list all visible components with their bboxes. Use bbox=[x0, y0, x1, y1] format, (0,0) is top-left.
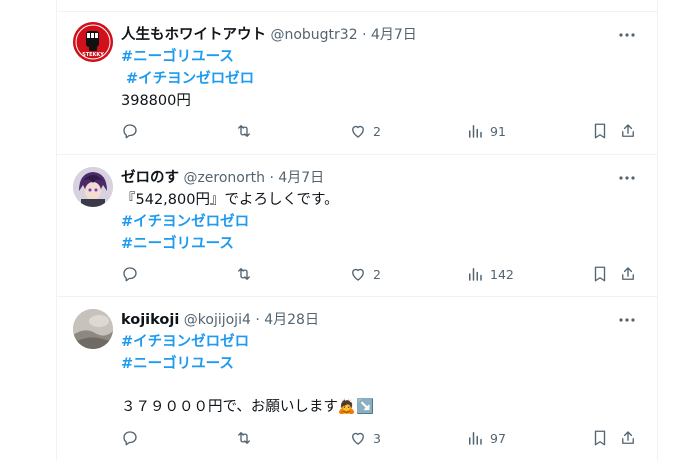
display-name[interactable]: kojikoji bbox=[121, 312, 179, 328]
reply-icon bbox=[123, 124, 137, 139]
display-name[interactable]: ゼロのす bbox=[121, 170, 179, 186]
avatar-logo-text: STEKKY bbox=[82, 52, 104, 58]
tweet-text: ３７９０００円で、お願いします🙇↘️ bbox=[121, 399, 375, 415]
tweet[interactable]: ゼロのす @zeronorth · 4月7日 『542,800円』でよろしくです… bbox=[57, 155, 657, 296]
retweet-button[interactable] bbox=[235, 428, 259, 448]
tweet-text: 398800円 bbox=[121, 93, 191, 109]
view-count: 91 bbox=[490, 123, 506, 139]
views-button[interactable]: 97 bbox=[466, 428, 506, 448]
analytics-icon bbox=[469, 125, 482, 138]
like-count: 3 bbox=[373, 430, 381, 446]
retweet-icon bbox=[238, 432, 250, 444]
avatar[interactable] bbox=[73, 167, 113, 207]
handle[interactable]: @nobugtr32 bbox=[270, 27, 357, 43]
separator-dot: · bbox=[255, 312, 260, 328]
view-count: 142 bbox=[490, 266, 514, 282]
share-icon bbox=[622, 124, 634, 137]
separator-dot: · bbox=[269, 170, 274, 186]
bookmark-button[interactable] bbox=[591, 428, 609, 448]
hashtag-link[interactable]: #ニーゴリユース bbox=[121, 47, 234, 67]
bookmark-icon bbox=[594, 123, 606, 139]
bookmark-icon bbox=[594, 266, 606, 282]
share-button[interactable] bbox=[619, 428, 637, 448]
action-bar: 3 97 bbox=[121, 428, 641, 448]
analytics-icon bbox=[469, 268, 482, 281]
share-icon bbox=[622, 431, 634, 444]
views-button[interactable]: 91 bbox=[466, 121, 506, 141]
reply-button[interactable] bbox=[121, 121, 145, 141]
hashtag-link[interactable]: #イチヨンゼロゼロ bbox=[121, 212, 249, 232]
reply-button[interactable] bbox=[121, 264, 145, 284]
share-button[interactable] bbox=[619, 264, 637, 284]
avatar[interactable] bbox=[73, 309, 113, 349]
tweet-text: 『542,800円』でよろしくです。 bbox=[121, 192, 339, 208]
like-button[interactable]: 2 bbox=[349, 264, 381, 284]
anime-character-icon bbox=[73, 167, 113, 207]
heart-icon bbox=[352, 125, 364, 138]
like-button[interactable]: 3 bbox=[349, 428, 381, 448]
action-bar: 2 142 bbox=[121, 264, 641, 284]
action-bar: 2 91 bbox=[121, 121, 641, 141]
separator-dot: · bbox=[362, 27, 367, 43]
tweet-header: kojikoji @kojijoji4 · 4月28日 bbox=[121, 310, 319, 330]
tweet-header: ゼロのす @zeronorth · 4月7日 bbox=[121, 168, 324, 188]
handle[interactable]: @kojijoji4 bbox=[184, 312, 251, 328]
bookmark-icon bbox=[594, 430, 606, 446]
like-count: 2 bbox=[373, 266, 381, 282]
heart-icon bbox=[352, 268, 364, 281]
retweet-button[interactable] bbox=[235, 121, 259, 141]
tweet[interactable]: kojikoji @kojijoji4 · 4月28日 #イチヨンゼロゼロ #ニ… bbox=[57, 297, 657, 460]
bookmark-button[interactable] bbox=[591, 121, 609, 141]
more-options-icon[interactable] bbox=[617, 310, 637, 330]
more-options-icon[interactable] bbox=[617, 25, 637, 45]
like-button[interactable]: 2 bbox=[349, 121, 381, 141]
heart-icon bbox=[352, 432, 364, 445]
timestamp[interactable]: 4月7日 bbox=[371, 27, 417, 43]
retweet-icon bbox=[238, 268, 250, 280]
share-icon bbox=[622, 267, 634, 280]
views-button[interactable]: 142 bbox=[466, 264, 514, 284]
more-options-icon[interactable] bbox=[617, 168, 637, 188]
analytics-icon bbox=[469, 432, 482, 445]
photo-icon bbox=[73, 309, 113, 349]
timeline: STEKKY 人生もホワイトアウト @nobugtr32 · 4月7日 #ニーゴ… bbox=[56, 0, 658, 460]
bookmark-button[interactable] bbox=[591, 264, 609, 284]
reply-icon bbox=[123, 431, 137, 446]
display-name[interactable]: 人生もホワイトアウト bbox=[121, 27, 266, 43]
timestamp[interactable]: 4月28日 bbox=[264, 312, 319, 328]
reply-button[interactable] bbox=[121, 428, 145, 448]
timestamp[interactable]: 4月7日 bbox=[278, 170, 324, 186]
reply-icon bbox=[123, 267, 137, 282]
view-count: 97 bbox=[490, 430, 506, 446]
tweet[interactable]: STEKKY 人生もホワイトアウト @nobugtr32 · 4月7日 #ニーゴ… bbox=[57, 12, 657, 154]
like-count: 2 bbox=[373, 123, 381, 139]
retweet-icon bbox=[238, 125, 250, 137]
handle[interactable]: @zeronorth bbox=[183, 170, 265, 186]
share-button[interactable] bbox=[619, 121, 637, 141]
avatar[interactable]: STEKKY bbox=[73, 22, 113, 62]
hashtag-link[interactable]: #イチヨンゼロゼロ bbox=[126, 69, 254, 89]
retweet-button[interactable] bbox=[235, 264, 259, 284]
hashtag-link[interactable]: #イチヨンゼロゼロ bbox=[121, 332, 249, 352]
hashtag-link[interactable]: #ニーゴリユース bbox=[121, 234, 234, 254]
tweet-header: 人生もホワイトアウト @nobugtr32 · 4月7日 bbox=[121, 25, 417, 45]
hashtag-link[interactable]: #ニーゴリユース bbox=[121, 354, 234, 374]
